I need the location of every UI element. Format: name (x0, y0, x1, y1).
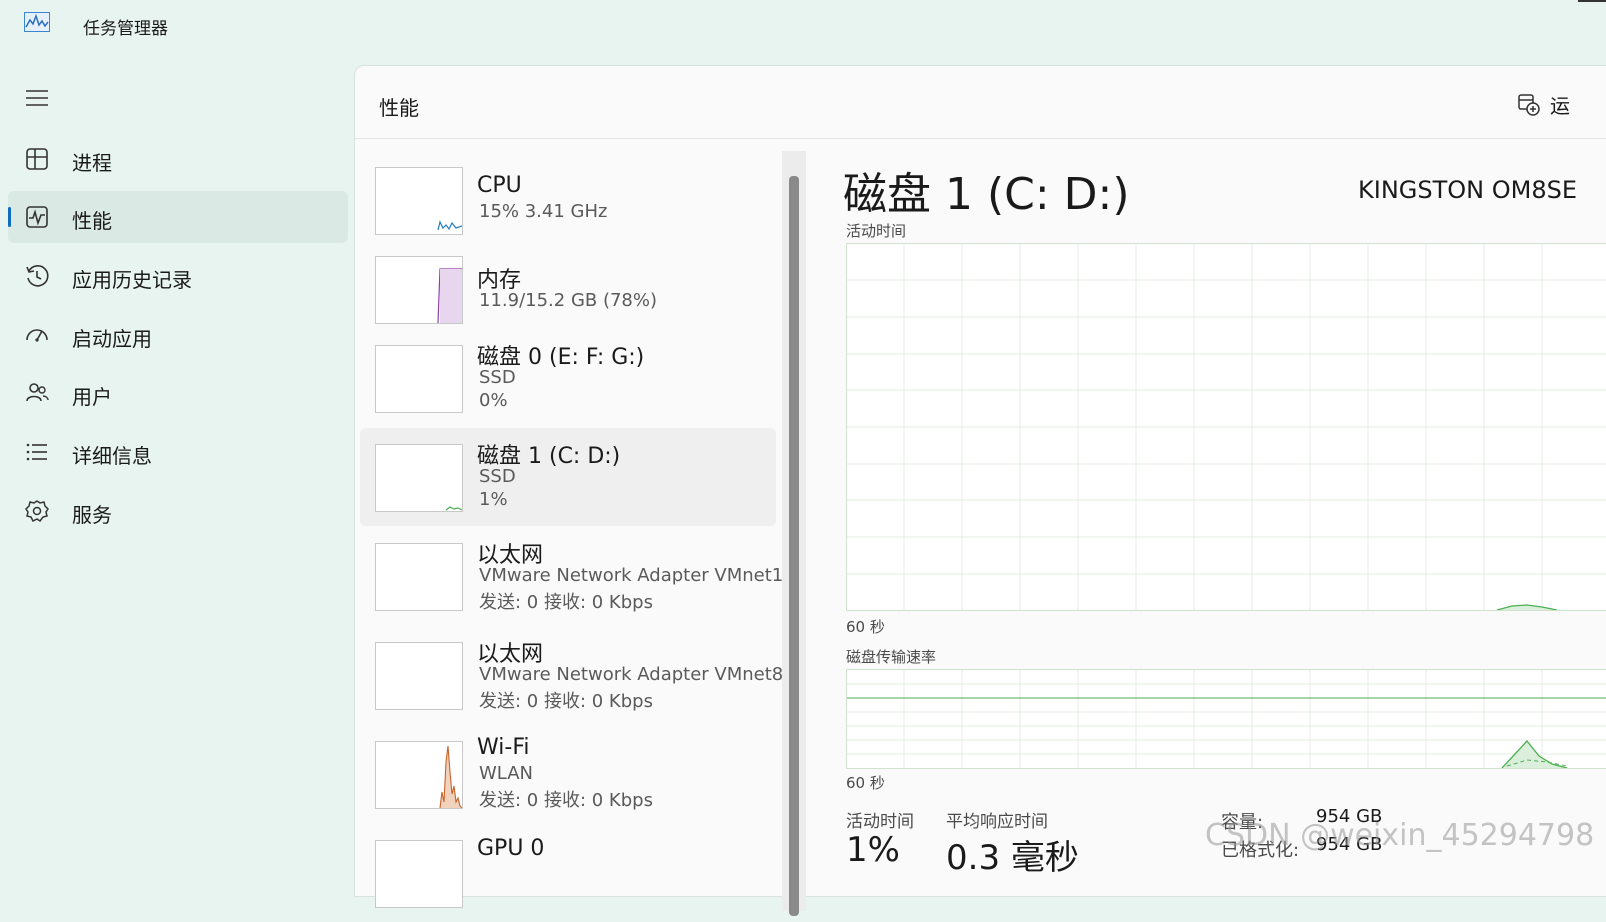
performance-icon (26, 206, 48, 228)
performance-panel: 性能 运 CPU 15% 3.41 GHz 内存 11.9/15.2 GB (7… (354, 65, 1606, 916)
throughput: 发送: 0 接收: 0 Kbps (479, 790, 653, 811)
nav-item-startup[interactable]: 启动应用 (8, 309, 348, 361)
resource-usage: 1% (479, 489, 508, 510)
page-title: 性能 (379, 96, 419, 120)
activity-time-axis: 60 秒 (846, 618, 885, 636)
services-icon (25, 500, 49, 523)
resource-item-ethernet-vmnet1[interactable]: 以太网 VMware Network Adapter VMnet1 发送: 0 … (360, 527, 783, 625)
transfer-rate-graph (846, 669, 1606, 769)
resource-item-disk-0[interactable]: 磁盘 0 (E: F: G:) SSD 0% (360, 329, 776, 427)
task-manager-icon (24, 12, 50, 32)
users-icon (26, 383, 49, 402)
nav-item-app-history[interactable]: 应用历史记录 (8, 250, 348, 302)
info-value-capacity: 954 GB (1316, 806, 1383, 827)
nav-item-details[interactable]: 详细信息 (8, 426, 348, 478)
stat-value-response-time: 0.3 毫秒 (946, 838, 1079, 878)
throughput: 发送: 0 接收: 0 Kbps (479, 592, 653, 613)
run-new-task-button[interactable]: 运 (1518, 90, 1570, 119)
info-label-formatted: 已格式化: (1221, 840, 1300, 861)
panel-header: 性能 运 (355, 66, 1606, 139)
processes-icon (26, 148, 48, 170)
resource-type: SSD (479, 466, 516, 487)
adapter-name: VMware Network Adapter VMnet1 (479, 565, 784, 586)
throughput: 发送: 0 接收: 0 Kbps (479, 691, 653, 712)
stat-label-response-time: 平均响应时间 (946, 812, 1048, 832)
gpu-thumbnail-graph (375, 840, 463, 908)
run-new-task-icon (1518, 93, 1540, 116)
disk-model: KINGSTON OM8SE (1358, 176, 1577, 204)
window-edge (1578, 0, 1606, 2)
memory-thumbnail-graph (375, 256, 463, 324)
title-bar: 任务管理器 (0, 0, 1606, 52)
startup-icon (26, 329, 48, 342)
activity-graph-label: 活动时间 (846, 222, 907, 240)
disk0-thumbnail-graph (375, 345, 463, 413)
resource-item-gpu-0[interactable]: GPU 0 (360, 824, 776, 922)
scrollbar-thumb[interactable] (789, 176, 799, 916)
disk1-thumbnail-graph (375, 444, 463, 512)
stat-value-active-time: 1% (846, 830, 900, 870)
cpu-thumbnail-graph (375, 167, 463, 235)
resource-name: Wi-Fi (477, 735, 530, 760)
ethernet-thumbnail-graph (375, 642, 463, 710)
nav-item-users[interactable]: 用户 (8, 367, 348, 419)
nav-label: 性能 (72, 209, 112, 233)
nav-label: 启动应用 (72, 327, 152, 351)
nav-label: 用户 (72, 385, 112, 409)
resource-detail: 15% 3.41 GHz (479, 201, 608, 222)
hamburger-icon[interactable] (25, 88, 49, 108)
resource-item-cpu[interactable]: CPU 15% 3.41 GHz (360, 151, 776, 249)
adapter-name: VMware Network Adapter VMnet8 (479, 664, 784, 685)
resource-item-ethernet-vmnet8[interactable]: 以太网 VMware Network Adapter VMnet8 发送: 0 … (360, 626, 783, 724)
nav-item-services[interactable]: 服务 (8, 485, 348, 537)
disk-title: 磁盘 1 (C: D:) (843, 169, 1130, 220)
run-task-label: 运 (1550, 94, 1570, 118)
transfer-graph-label: 磁盘传输速率 (846, 648, 937, 666)
resource-name: GPU 0 (477, 836, 545, 861)
history-icon (26, 265, 49, 287)
nav-item-performance[interactable]: 性能 (8, 191, 348, 243)
nav-item-processes[interactable]: 进程 (8, 133, 348, 185)
nav-label: 详细信息 (72, 444, 152, 468)
stat-label-active-time: 活动时间 (846, 812, 914, 832)
resource-usage: 0% (479, 390, 508, 411)
activity-time-graph (846, 243, 1606, 611)
resource-item-wifi[interactable]: Wi-Fi WLAN 发送: 0 接收: 0 Kbps (360, 725, 776, 823)
app-title: 任务管理器 (83, 19, 168, 39)
resource-detail: 11.9/15.2 GB (78%) (479, 290, 658, 311)
active-indicator (8, 207, 11, 227)
wifi-thumbnail-graph (375, 741, 463, 809)
info-label-capacity: 容量: (1221, 812, 1264, 833)
resource-name: CPU (477, 173, 522, 198)
ethernet-thumbnail-graph (375, 543, 463, 611)
details-icon (26, 443, 47, 461)
nav-label: 服务 (72, 503, 112, 527)
nav-label: 应用历史记录 (72, 268, 192, 292)
adapter-name: WLAN (479, 763, 534, 784)
transfer-time-axis: 60 秒 (846, 774, 885, 792)
info-value-formatted: 954 GB (1316, 834, 1383, 855)
resource-type: SSD (479, 367, 516, 388)
resource-item-disk-1[interactable]: 磁盘 1 (C: D:) SSD 1% (360, 428, 776, 526)
resource-item-memory[interactable]: 内存 11.9/15.2 GB (78%) (360, 240, 776, 338)
nav-label: 进程 (72, 151, 112, 175)
